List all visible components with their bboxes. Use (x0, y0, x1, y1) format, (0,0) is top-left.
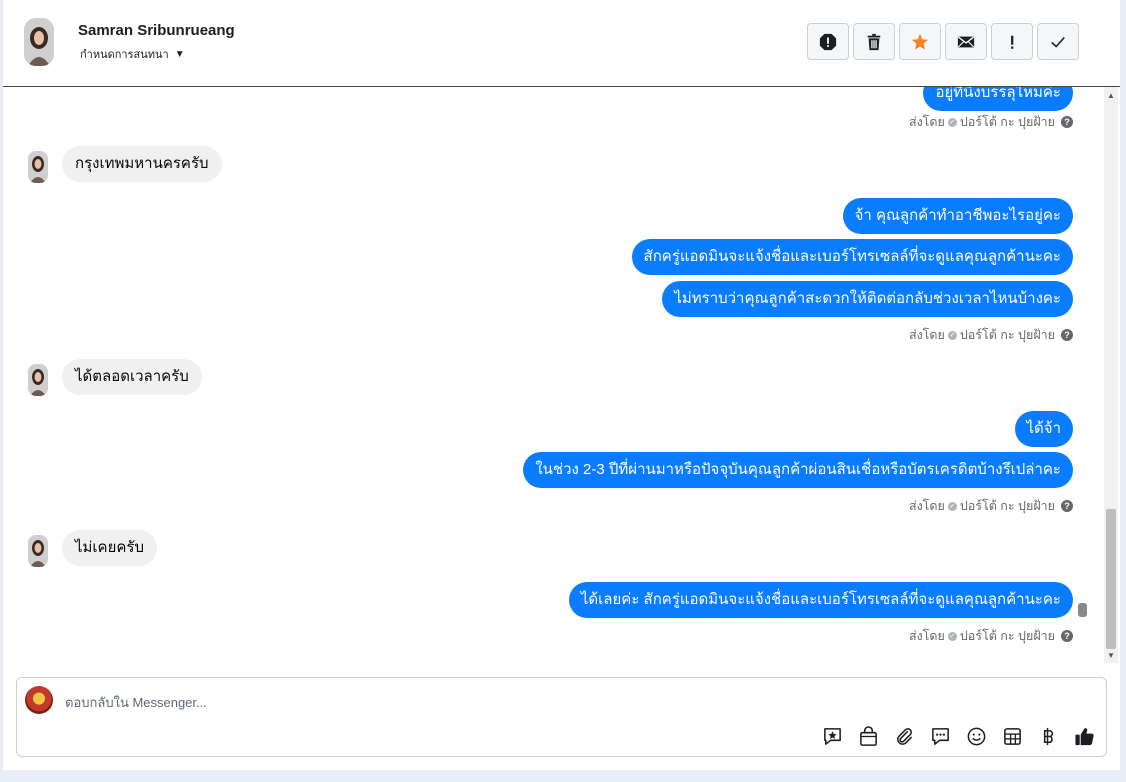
contact-avatar-small (28, 151, 48, 183)
attach-button[interactable] (892, 724, 916, 748)
caret-down-icon: ▼ (174, 48, 185, 60)
scroll-up-arrow-icon[interactable]: ▲ (1107, 91, 1115, 100)
message-bubble-outgoing: ได้เลยค่ะ สักครู่แอดมินจะแจ้งชื่อและเบอร… (568, 582, 1073, 618)
help-icon[interactable]: ? (1061, 630, 1073, 642)
conversation-settings-label: กำหนดการสนทนา (80, 49, 169, 61)
help-icon[interactable]: ? (1061, 329, 1073, 341)
follow-up-button[interactable] (991, 23, 1033, 60)
reply-composer (16, 677, 1107, 757)
envelope-icon (957, 36, 975, 47)
sender-name: ปอร์โต้ กะ ปุยฝ้าย (959, 629, 1055, 643)
star-button[interactable] (899, 23, 941, 60)
check-icon (1051, 36, 1065, 48)
help-icon[interactable]: ? (1061, 116, 1073, 128)
thread-scrollbar[interactable]: ▲ ▼ (1104, 87, 1118, 663)
composer-toolbar (820, 724, 1096, 748)
sender-name: ปอร์โต้ กะ ปุยฝ้าย (959, 499, 1055, 513)
message-bubble-outgoing: ได้จ้า (1014, 411, 1073, 447)
sticker-icon (823, 727, 841, 745)
sent-by-line: ส่งโดย ✓ ปอร์โต้ กะ ปุยฝ้าย ? (909, 325, 1073, 345)
mark-done-button[interactable] (1037, 23, 1079, 60)
exclamation-icon (1011, 35, 1014, 49)
sent-by-prefix: ส่งโดย (908, 115, 945, 129)
table-icon (1003, 727, 1021, 745)
sender-name: ปอร์โต้ กะ ปุยฝ้าย (959, 115, 1055, 129)
sender-name: ปอร์โต้ กะ ปุยฝ้าย (959, 328, 1055, 342)
sent-by-prefix: ส่งโดย (908, 499, 945, 513)
message-thread[interactable]: อยู่ที่นิ่งบรรลุไหมค่ะ ส่งโดย ✓ ปอร์โต้ … (3, 87, 1120, 663)
scroll-thumb[interactable] (1106, 509, 1116, 649)
trash-icon (867, 33, 881, 50)
shopping-bag-icon (859, 725, 877, 746)
scroll-down-arrow-icon[interactable]: ▼ (1107, 651, 1115, 660)
message-bubble-incoming: ได้ตลอดเวลาครับ (62, 359, 202, 395)
baht-icon (1043, 727, 1053, 745)
contact-avatar-small (28, 364, 48, 396)
help-icon[interactable]: ? (1061, 500, 1073, 512)
sticker-button[interactable] (820, 724, 844, 748)
contact-avatar[interactable] (24, 18, 54, 66)
message-bubble-incoming: ไม่เคยครับ (62, 530, 157, 566)
saved-reply-icon (931, 727, 949, 745)
like-button[interactable] (1072, 724, 1096, 748)
saved-replies-button[interactable] (928, 724, 952, 748)
seen-indicator-avatar (1078, 603, 1087, 617)
thumbs-up-icon (1074, 727, 1094, 745)
contact-avatar-small (28, 535, 48, 567)
table-button[interactable] (1000, 724, 1024, 748)
message-bubble-outgoing: อยู่ที่นิ่งบรรลุไหมค่ะ (923, 87, 1073, 111)
payment-button[interactable] (1036, 724, 1060, 748)
message-bubble-outgoing: ในช่วง 2-3 ปีที่ผ่านมาหรือปัจจุบันคุณลูก… (523, 452, 1073, 488)
conversation-header: Samran Sribunrueang กำหนดการสนทนา ▼ (3, 0, 1120, 87)
reply-input[interactable] (63, 690, 767, 714)
mark-spam-button[interactable] (807, 23, 849, 60)
sender-status-icon: ✓ (947, 330, 957, 340)
delete-button[interactable] (853, 23, 895, 60)
sent-by-prefix: ส่งโดย (908, 629, 945, 643)
conversation-settings-dropdown[interactable]: กำหนดการสนทนา ▼ (80, 45, 185, 63)
message-bubble-outgoing: สักครู่แอดมินจะแจ้งชื่อและเบอร์โทรเซลล์ท… (631, 239, 1073, 275)
message-bubble-outgoing: จ้า คุณลูกค้าทำอาชีพอะไรอยู่คะ (842, 198, 1073, 234)
message-bubble-outgoing: ไม่ทราบว่าคุณลูกค้าสะดวกให้ติดต่อกลับช่ว… (662, 281, 1073, 317)
sent-by-prefix: ส่งโดย (908, 328, 945, 342)
page-avatar (25, 686, 53, 714)
contact-name[interactable]: Samran Sribunrueang (78, 22, 235, 39)
sent-by-line: ส่งโดย ✓ ปอร์โต้ กะ ปุยฝ้าย ? (909, 626, 1073, 646)
emoji-button[interactable] (964, 724, 988, 748)
shop-button[interactable] (856, 724, 880, 748)
star-icon (911, 33, 929, 50)
sender-status-icon: ✓ (947, 631, 957, 641)
message-bubble-incoming: กรุงเทพมหานครครับ (62, 146, 222, 182)
conversation-panel: Samran Sribunrueang กำหนดการสนทนา ▼ อยู่… (3, 0, 1120, 770)
emoji-icon (967, 727, 985, 745)
mark-unread-button[interactable] (945, 23, 987, 60)
paperclip-icon (896, 727, 912, 745)
header-actions (807, 23, 1079, 60)
sender-status-icon: ✓ (947, 501, 957, 511)
sent-by-line: ส่งโดย ✓ ปอร์โต้ กะ ปุยฝ้าย ? (909, 112, 1073, 132)
sender-status-icon: ✓ (947, 117, 957, 127)
sent-by-line: ส่งโดย ✓ ปอร์โต้ กะ ปุยฝ้าย ? (909, 496, 1073, 516)
spam-icon (819, 33, 837, 50)
